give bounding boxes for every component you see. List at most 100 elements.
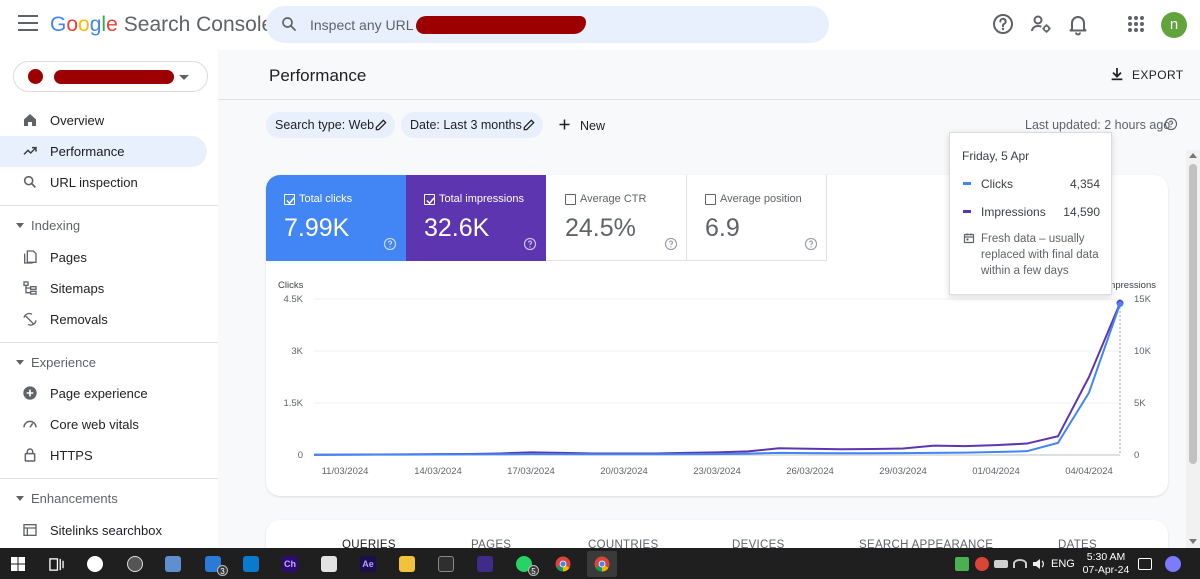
sidebar-item-https[interactable]: HTTPS — [0, 440, 207, 471]
task-view-button[interactable] — [41, 551, 71, 577]
sidebar-item-page-experience[interactable]: Page experience — [0, 378, 207, 409]
taskbar-character-animator[interactable]: Ch — [275, 551, 305, 577]
calendar-icon — [963, 233, 975, 244]
x-tick-label: 26/03/2024 — [786, 466, 834, 477]
after-effects-icon: Ae — [360, 556, 376, 572]
download-icon — [1111, 68, 1123, 81]
avatar[interactable]: n — [1161, 12, 1187, 38]
taskbar-tor[interactable] — [431, 551, 461, 577]
right-tick-label: 5K — [1134, 398, 1146, 409]
divider — [218, 99, 1200, 100]
chevron-down-icon — [179, 75, 189, 80]
character-animator-icon: Ch — [282, 556, 298, 572]
new-filter-button[interactable]: New — [555, 113, 607, 137]
right-axis-label: Impressions — [1105, 280, 1156, 291]
taskbar-clock[interactable]: 5:30 AM 07-Apr-24 — [1082, 551, 1130, 577]
volume-icon[interactable] — [1032, 557, 1046, 571]
x-tick-label: 20/03/2024 — [600, 466, 648, 477]
taskbar-app-1[interactable] — [80, 551, 110, 577]
sidebar-item-sitemaps[interactable]: Sitemaps — [0, 273, 207, 304]
taskbar-chrome-active[interactable] — [587, 551, 617, 577]
scrollbar-thumb[interactable] — [1189, 164, 1197, 464]
left-tick-label: 0 — [298, 450, 303, 461]
section-indexing[interactable]: Indexing — [0, 214, 207, 238]
language-indicator[interactable]: ENG — [1051, 558, 1075, 570]
ad-icon — [477, 556, 493, 572]
divider — [0, 205, 218, 206]
computer-icon — [165, 556, 181, 572]
sidebar-item-core-web-vitals[interactable]: Core web vitals — [0, 409, 207, 440]
home-icon — [24, 114, 36, 126]
tray-icon-green[interactable] — [955, 557, 969, 571]
bell-icon[interactable] — [1066, 12, 1090, 36]
badge-count: 3 — [217, 565, 228, 576]
left-tick-label: 4.5K — [283, 294, 303, 305]
wifi-icon[interactable] — [1013, 559, 1027, 568]
manage-users-icon[interactable] — [1029, 12, 1053, 36]
sidebar-item-label: Page experience — [50, 386, 148, 401]
collapse-icon — [16, 223, 24, 228]
left-axis-label: Clicks — [278, 280, 304, 291]
taskbar-file-explorer[interactable] — [392, 551, 422, 577]
redacted-property — [54, 70, 174, 84]
taskbar-app-2[interactable] — [120, 551, 150, 577]
help-icon[interactable] — [991, 12, 1015, 36]
battery-icon[interactable] — [994, 560, 1008, 568]
collapse-icon — [16, 360, 24, 365]
scroll-up-arrow[interactable] — [1189, 153, 1197, 158]
notification-center-icon[interactable] — [1138, 558, 1152, 570]
scroll-down-arrow[interactable] — [1189, 539, 1197, 544]
taskbar-vscode-1[interactable]: 3 — [198, 551, 228, 577]
menu-icon[interactable] — [18, 15, 38, 33]
app-icon-2 — [127, 556, 143, 572]
app-icon-1 — [87, 556, 103, 572]
copilot-icon[interactable] — [1165, 556, 1181, 572]
taskbar-computer[interactable] — [158, 551, 188, 577]
date-filter[interactable]: Date: Last 3 months — [401, 112, 543, 138]
sidebar-item-sitelinks-searchbox[interactable]: Sitelinks searchbox — [0, 515, 207, 546]
help-icon[interactable] — [1164, 117, 1178, 131]
sidebar-item-performance[interactable]: Performance — [0, 136, 207, 167]
section-title: Indexing — [31, 218, 81, 233]
section-experience[interactable]: Experience — [0, 351, 207, 375]
property-selector[interactable] — [13, 61, 208, 92]
sidebar-item-label: URL inspection — [50, 175, 138, 190]
tray-chrome-icon[interactable] — [975, 557, 989, 571]
badge-count: 5 — [528, 565, 539, 576]
speedometer-icon — [23, 420, 37, 428]
google-search-console-logo[interactable]: Google Search Console — [50, 13, 273, 37]
section-enhancements[interactable]: Enhancements — [0, 487, 207, 511]
x-tick-label: 23/03/2024 — [693, 466, 741, 477]
sidebar-item-pages[interactable]: Pages — [0, 242, 207, 273]
sidebar-item-url-inspection[interactable]: URL inspection — [0, 167, 207, 198]
x-tick-label: 17/03/2024 — [507, 466, 555, 477]
sitemap-icon — [23, 281, 37, 295]
clock-time: 5:30 AM — [1086, 551, 1126, 563]
url-inspection-search[interactable] — [266, 6, 829, 43]
pages-icon — [24, 250, 37, 264]
page-scrollbar[interactable] — [1186, 150, 1200, 548]
tooltip-row-clicks: Clicks 4,354 — [950, 175, 1113, 193]
taskbar-after-effects[interactable]: Ae — [353, 551, 383, 577]
search-type-filter[interactable]: Search type: Web — [266, 112, 395, 138]
sidebar-item-overview[interactable]: Overview — [0, 105, 207, 136]
apps-grid-icon[interactable] — [1124, 12, 1148, 36]
x-tick-label: 04/04/2024 — [1065, 466, 1113, 477]
taskbar-calendar-app[interactable] — [314, 551, 344, 577]
tooltip-row-impressions: Impressions 14,590 — [950, 203, 1113, 221]
taskbar-whatsapp[interactable]: 5 — [509, 551, 539, 577]
property-favicon — [28, 69, 43, 84]
taskbar-app-ad[interactable] — [470, 551, 500, 577]
lock-icon — [24, 448, 36, 462]
redacted-domain — [416, 16, 586, 34]
taskbar-chrome[interactable] — [548, 551, 578, 577]
section-title: Enhancements — [31, 491, 118, 506]
vscode-icon — [243, 556, 259, 572]
windows-start-button[interactable] — [3, 551, 33, 577]
fresh-data-note: Fresh data – usually replaced with final… — [981, 233, 1099, 277]
x-tick-label: 11/03/2024 — [322, 466, 369, 477]
sidebar-item-removals[interactable]: Removals — [0, 304, 207, 335]
divider — [0, 342, 218, 343]
impressions-legend-swatch — [963, 210, 971, 213]
taskbar-vscode-2[interactable] — [236, 551, 266, 577]
